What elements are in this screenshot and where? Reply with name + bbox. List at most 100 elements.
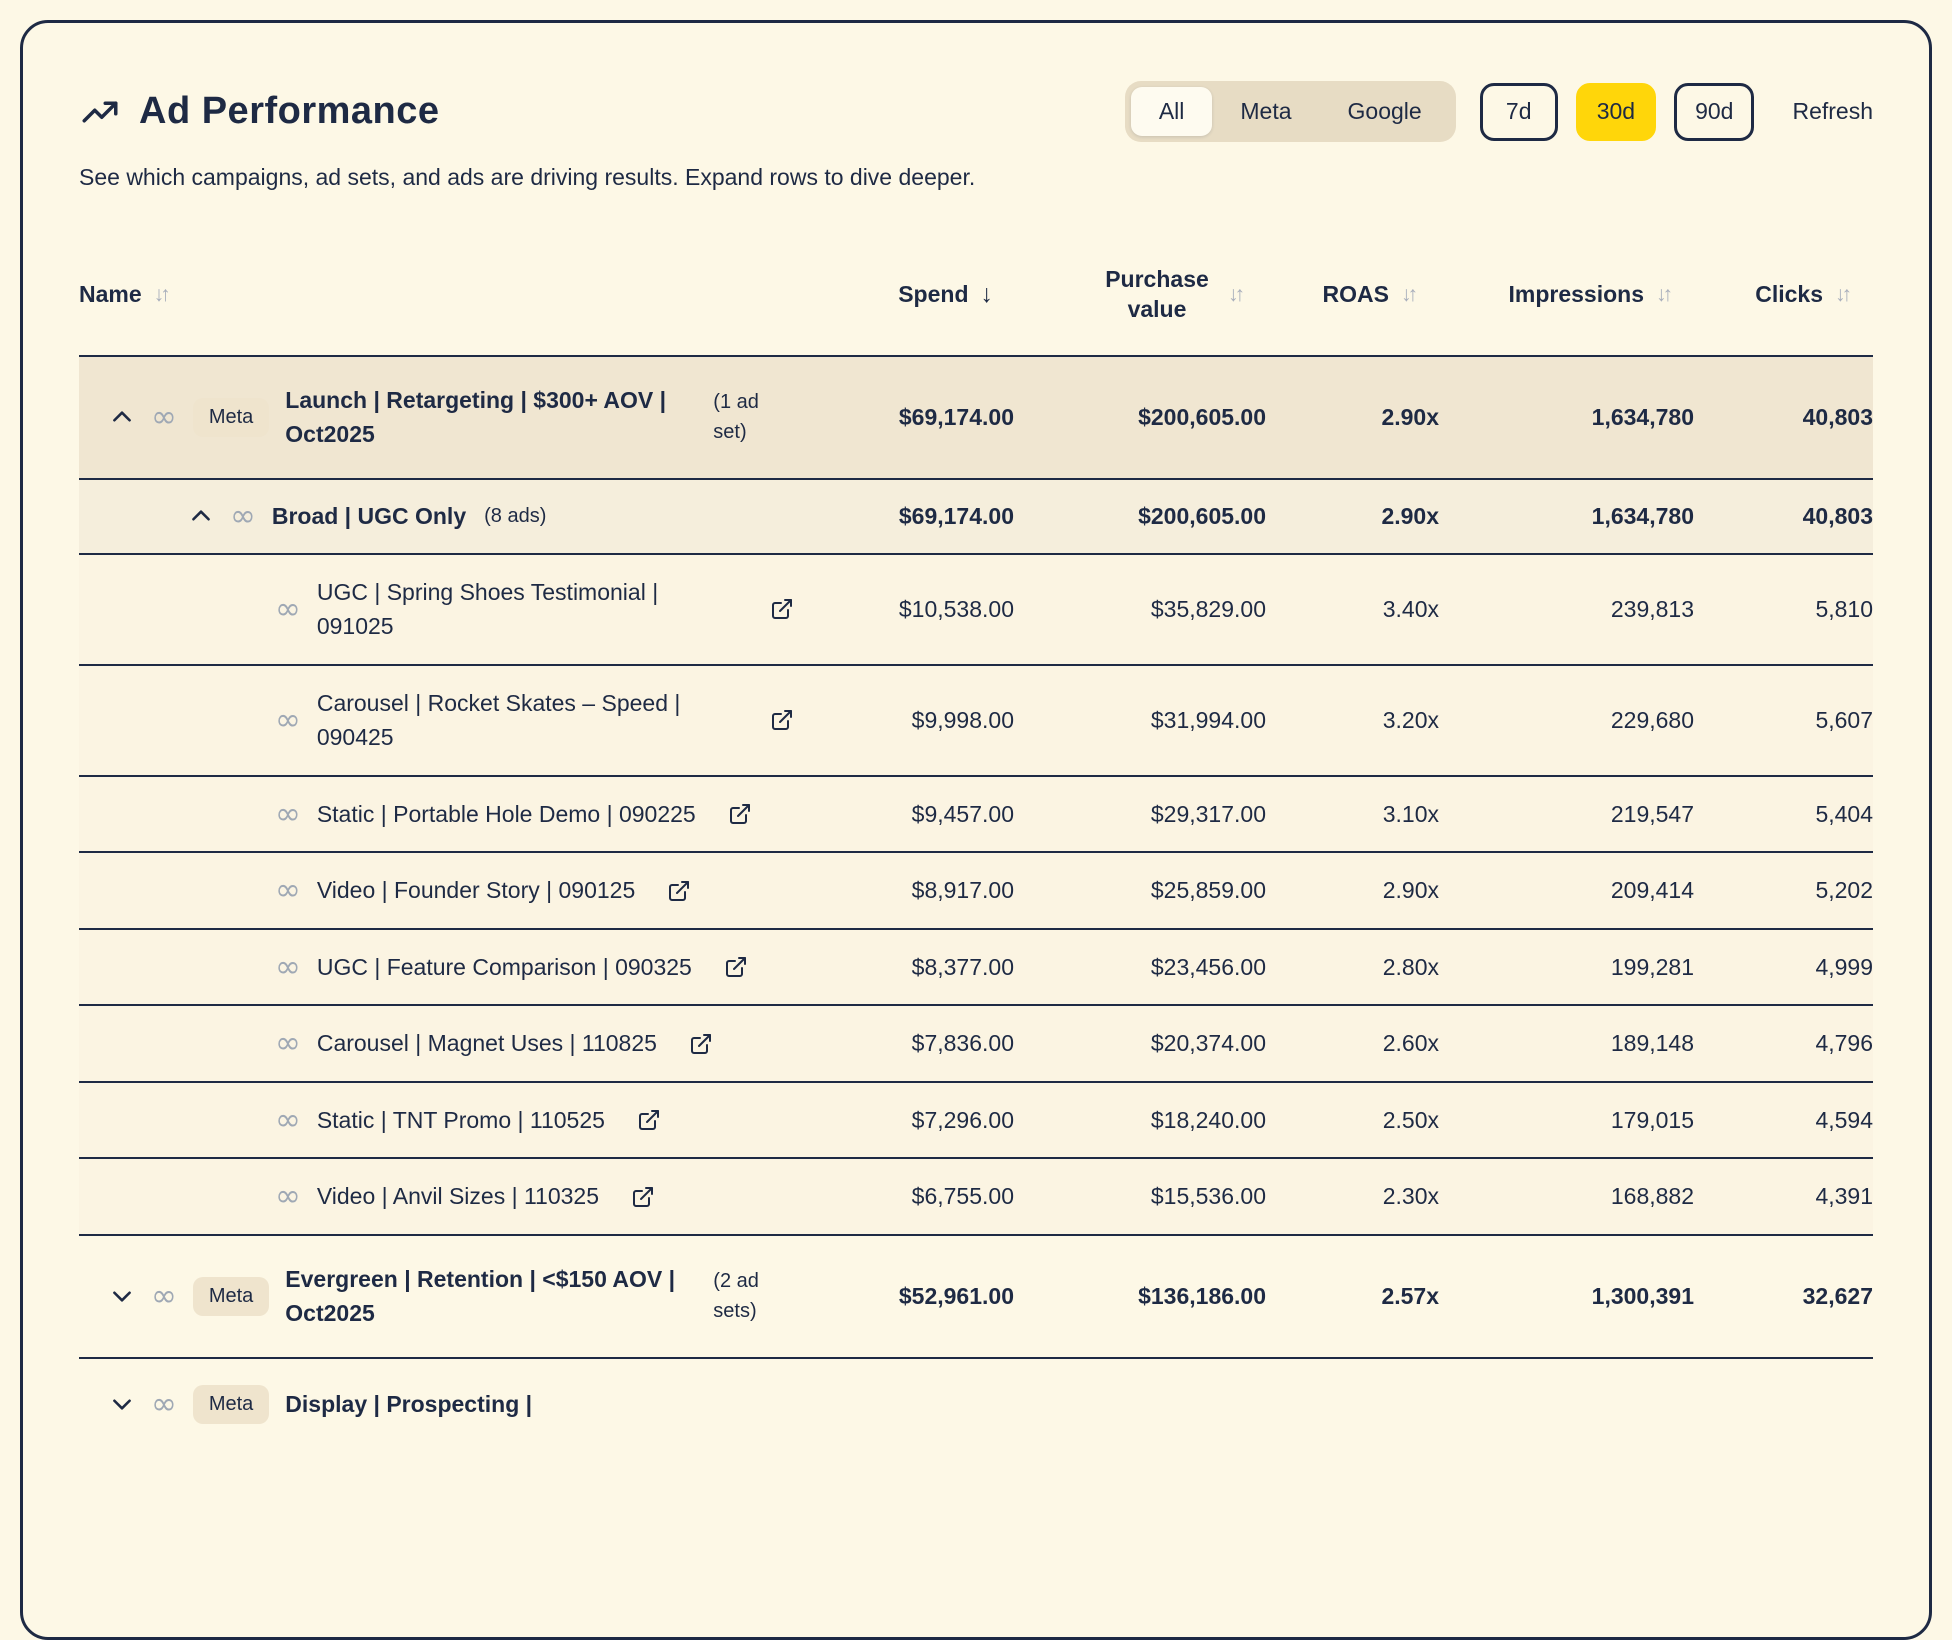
ad-performance-panel: Ad Performance AllMetaGoogle 7d30d90d Re…: [20, 20, 1932, 1640]
roas-value: 2.90x: [1266, 404, 1439, 431]
purchase-value: $35,829.00: [1014, 596, 1266, 623]
name-cell: ∞ Video | Anvil Sizes | 110325: [79, 1179, 794, 1214]
campaign-name: Display | Prospecting |: [285, 1387, 532, 1422]
external-link-icon[interactable]: [770, 597, 794, 621]
impressions-value: 239,813: [1439, 596, 1694, 623]
chevron-down-icon[interactable]: [109, 1283, 135, 1309]
column-header-roas[interactable]: ROAS↓↑: [1245, 281, 1418, 308]
column-header-impressions[interactable]: Impressions↓↑: [1418, 281, 1673, 308]
name-cell: ∞ Carousel | Magnet Uses | 110825: [79, 1026, 794, 1061]
refresh-button[interactable]: Refresh: [1792, 98, 1873, 125]
sort-icon: ↓↑: [1401, 283, 1418, 307]
ad-name: Static | Portable Hole Demo | 090225: [317, 797, 696, 832]
table-row-campaign[interactable]: ∞MetaLaunch | Retargeting | $300+ AOV | …: [79, 355, 1873, 478]
roas-value: 2.90x: [1266, 877, 1439, 904]
external-link-icon[interactable]: [724, 955, 748, 979]
external-link-icon[interactable]: [631, 1185, 655, 1209]
sort-desc-icon: ↓: [981, 280, 994, 309]
chevron-up-icon[interactable]: [109, 404, 135, 430]
purchase-value: $200,605.00: [1014, 503, 1266, 530]
column-header-purchase-value[interactable]: Purchase value↓↑: [993, 265, 1245, 325]
range-button-7d[interactable]: 7d: [1480, 83, 1558, 141]
roas-value: 3.40x: [1266, 596, 1439, 623]
meta-infinity-icon: ∞: [275, 1028, 301, 1059]
purchase-value: $29,317.00: [1014, 801, 1266, 828]
platform-filter-google[interactable]: Google: [1320, 87, 1450, 136]
trending-up-icon: [79, 91, 121, 133]
external-link-icon[interactable]: [637, 1108, 661, 1132]
range-filter: 7d 30d 90d: [1480, 83, 1755, 141]
external-link-icon[interactable]: [667, 879, 691, 903]
name-cell: ∞MetaEvergreen | Retention | <$150 AOV |…: [79, 1262, 794, 1331]
impressions-value: 1,300,391: [1439, 1283, 1694, 1310]
meta-infinity-icon: ∞: [275, 952, 301, 983]
external-link-icon[interactable]: [770, 708, 794, 732]
ad-name: UGC | Spring Shoes Testimonial | 091025: [317, 575, 738, 644]
ad-name: Carousel | Magnet Uses | 110825: [317, 1026, 657, 1061]
table-row-ad: ∞Carousel | Rocket Skates – Speed | 0904…: [79, 664, 1873, 775]
page-subtitle: See which campaigns, ad sets, and ads ar…: [79, 164, 1873, 191]
table-row-ad: ∞UGC | Feature Comparison | 090325$8,377…: [79, 928, 1873, 1005]
spend-value: $9,998.00: [794, 707, 1014, 734]
purchase-value: $15,536.00: [1014, 1183, 1266, 1210]
campaign-name: Launch | Retargeting | $300+ AOV | Oct20…: [285, 383, 685, 452]
roas-value: 2.90x: [1266, 503, 1439, 530]
range-button-30d[interactable]: 30d: [1576, 83, 1656, 141]
clicks-value: 5,607: [1694, 707, 1873, 734]
table-row-ad: ∞ UGC | Spring Shoes Testimonial | 091025…: [79, 553, 1873, 664]
purchase-value: $136,186.00: [1014, 1283, 1266, 1310]
platform-filter-all[interactable]: All: [1131, 87, 1213, 136]
spend-value: $52,961.00: [794, 1283, 1014, 1310]
column-label: Name: [79, 281, 142, 308]
platform-badge: Meta: [193, 1385, 269, 1424]
name-cell: ∞ Static | Portable Hole Demo | 090225: [79, 797, 794, 832]
name-cell: ∞Static | TNT Promo | 110525: [79, 1103, 794, 1138]
impressions-value: 1,634,780: [1439, 503, 1694, 530]
roas-value: 2.57x: [1266, 1283, 1439, 1310]
column-header-name[interactable]: Name ↓↑: [79, 281, 773, 308]
external-link-icon[interactable]: [689, 1032, 713, 1056]
clicks-value: 4,796: [1694, 1030, 1873, 1057]
adset-name: Broad | UGC Only: [272, 503, 466, 530]
clicks-value: 4,999: [1694, 954, 1873, 981]
column-label: Impressions: [1509, 281, 1645, 308]
roas-value: 2.50x: [1266, 1107, 1439, 1134]
external-link-icon[interactable]: [728, 802, 752, 826]
purchase-value: $31,994.00: [1014, 707, 1266, 734]
clicks-value: 4,594: [1694, 1107, 1873, 1134]
chevron-down-icon[interactable]: [109, 1391, 135, 1417]
table-row-adset[interactable]: ∞Broad | UGC Only(8 ads)$69,174.00$200,6…: [79, 478, 1873, 553]
ad-name: Video | Anvil Sizes | 110325: [317, 1179, 599, 1214]
spend-value: $69,174.00: [794, 404, 1014, 431]
impressions-value: 219,547: [1439, 801, 1694, 828]
chevron-up-icon[interactable]: [188, 503, 214, 529]
adset-count: (1 ad set): [713, 387, 785, 447]
ad-name: UGC | Feature Comparison | 090325: [317, 950, 692, 985]
sort-icon: ↓↑: [154, 283, 171, 307]
meta-infinity-icon: ∞: [151, 1281, 177, 1312]
meta-infinity-icon: ∞: [275, 799, 301, 830]
table-row-ad: ∞Static | Portable Hole Demo | 090225$9,…: [79, 775, 1873, 852]
name-cell: ∞Broad | UGC Only(8 ads): [79, 501, 794, 532]
roas-value: 3.20x: [1266, 707, 1439, 734]
meta-infinity-icon: ∞: [275, 594, 301, 625]
clicks-value: 40,803: [1694, 404, 1873, 431]
spend-value: $7,836.00: [794, 1030, 1014, 1057]
table-row-campaign[interactable]: ∞MetaEvergreen | Retention | <$150 AOV |…: [79, 1234, 1873, 1357]
page-title: Ad Performance: [139, 90, 440, 133]
table-row-ad: ∞Video | Anvil Sizes | 110325$6,755.00$1…: [79, 1157, 1873, 1234]
spend-value: $7,296.00: [794, 1107, 1014, 1134]
name-cell: ∞Carousel | Rocket Skates – Speed | 0904…: [79, 686, 794, 755]
meta-infinity-icon: ∞: [275, 1181, 301, 1212]
column-header-spend[interactable]: Spend↓: [773, 280, 993, 309]
table-row-campaign[interactable]: ∞MetaDisplay | Prospecting |: [79, 1357, 1873, 1450]
clicks-value: 4,391: [1694, 1183, 1873, 1210]
purchase-value: $200,605.00: [1014, 404, 1266, 431]
platform-filter-meta[interactable]: Meta: [1212, 87, 1319, 136]
range-button-90d[interactable]: 90d: [1674, 83, 1754, 141]
meta-infinity-icon: ∞: [275, 875, 301, 906]
purchase-value: $20,374.00: [1014, 1030, 1266, 1057]
table-row-ad: ∞ Carousel | Magnet Uses | 110825 $7,836.0…: [79, 1004, 1873, 1081]
column-header-clicks[interactable]: Clicks↓↑: [1673, 281, 1852, 308]
adset-count: (2 ad sets): [713, 1266, 785, 1326]
